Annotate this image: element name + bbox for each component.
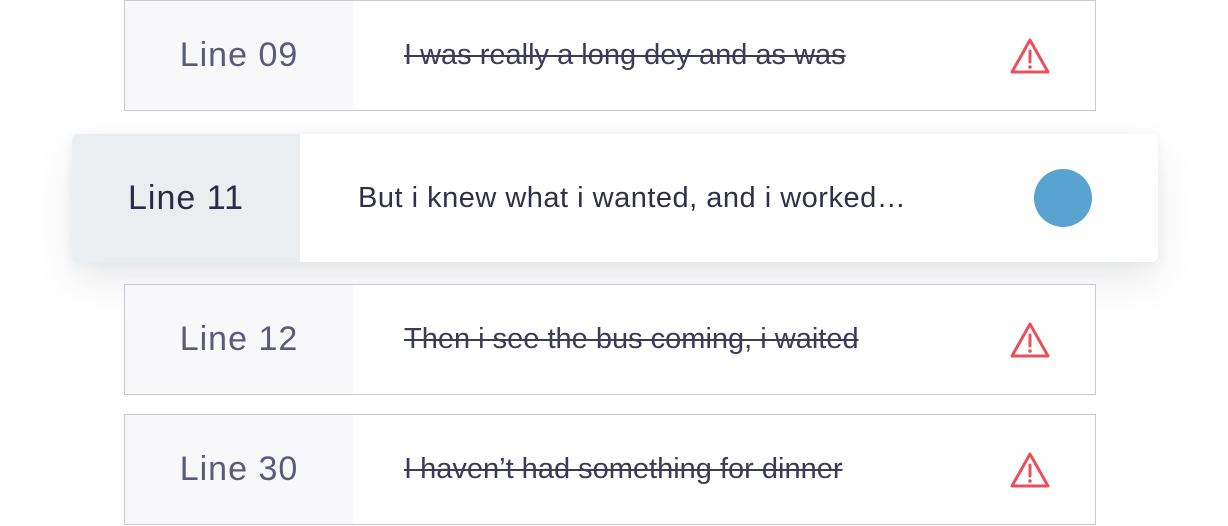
line-text: I was really a long dey and as was [404, 39, 846, 71]
line-text: I haven’t had something for dinner [404, 453, 843, 485]
line-row-09[interactable]: Line 09 I was really a long dey and as w… [124, 0, 1096, 111]
line-row-11[interactable]: Line 11 But i knew what i wanted, and i … [72, 134, 1158, 262]
line-label: Line 09 [125, 1, 353, 110]
line-text: Then i see the bus coming, i waited [404, 323, 859, 355]
line-text: But i knew what i wanted, and i worked… [358, 181, 907, 214]
line-label: Line 30 [125, 415, 353, 524]
warning-icon[interactable] [1009, 451, 1051, 489]
line-list: Line 09 I was really a long dey and as w… [0, 0, 1228, 526]
line-row-12[interactable]: Line 12 Then i see the bus coming, i wai… [124, 284, 1096, 395]
line-status [965, 1, 1095, 110]
warning-icon[interactable] [1009, 37, 1051, 75]
active-status-dot[interactable] [1034, 169, 1092, 227]
line-status [1034, 134, 1158, 262]
line-row-30[interactable]: Line 30 I haven’t had something for dinn… [124, 414, 1096, 525]
warning-icon[interactable] [1009, 321, 1051, 359]
line-label: Line 11 [72, 134, 300, 262]
line-status [965, 285, 1095, 394]
line-label: Line 12 [125, 285, 353, 394]
line-status [965, 415, 1095, 524]
